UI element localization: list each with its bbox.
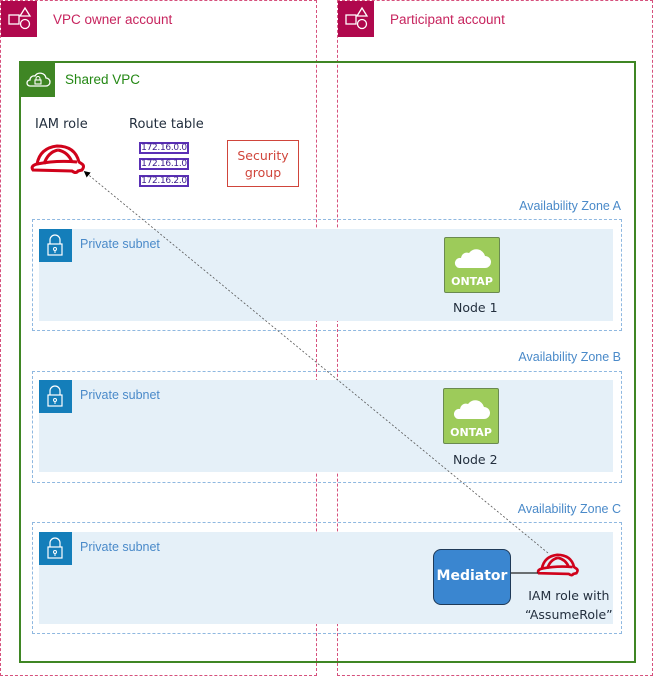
availability-zone-a-label: Availability Zone A bbox=[519, 199, 621, 213]
iam-role-assume-line: IAM role with bbox=[528, 588, 610, 603]
route-table-label: Route table bbox=[129, 117, 204, 132]
route-entry: 172.16.1.0 bbox=[139, 158, 189, 170]
ontap-node-2-icon: ONTAP bbox=[443, 388, 499, 444]
participant-account-label: Participant account bbox=[390, 12, 505, 27]
route-entry: 172.16.2.0 bbox=[139, 175, 189, 187]
iam-role-assume-helmet-icon bbox=[535, 548, 581, 585]
private-subnet-label: Private subnet bbox=[80, 540, 160, 554]
iam-role-helmet-icon bbox=[28, 140, 88, 181]
security-group-line: group bbox=[244, 165, 282, 180]
private-subnet-b: Private subnet bbox=[39, 380, 613, 472]
route-entry: 172.16.0.0 bbox=[139, 142, 189, 154]
node-2-label: Node 2 bbox=[453, 452, 498, 467]
private-subnet-label: Private subnet bbox=[80, 388, 160, 402]
availability-zone-c-label: Availability Zone C bbox=[517, 502, 621, 516]
account-shapes-icon bbox=[338, 1, 374, 37]
mediator-box: Mediator bbox=[433, 549, 511, 605]
private-subnet-a: Private subnet bbox=[39, 229, 613, 321]
security-group-line: Security bbox=[237, 148, 289, 163]
availability-zone-b-label: Availability Zone B bbox=[518, 350, 621, 364]
ontap-node-1-icon: ONTAP bbox=[444, 237, 500, 293]
iam-role-assume-line: “AssumeRole” bbox=[525, 607, 613, 622]
security-group: Security group bbox=[227, 140, 299, 187]
lock-icon bbox=[39, 229, 72, 262]
account-shapes-icon bbox=[1, 1, 37, 37]
ontap-badge: ONTAP bbox=[450, 426, 492, 439]
shared-vpc-label: Shared VPC bbox=[65, 72, 141, 87]
lock-icon bbox=[39, 532, 72, 565]
node-1-label: Node 1 bbox=[453, 300, 498, 315]
cloud-lock-icon bbox=[21, 63, 55, 97]
iam-role-label: IAM role bbox=[35, 117, 88, 132]
ontap-badge: ONTAP bbox=[451, 275, 493, 288]
vpc-owner-account-label: VPC owner account bbox=[53, 12, 173, 27]
iam-role-assume-label: IAM role with “AssumeRole” bbox=[525, 586, 613, 624]
private-subnet-label: Private subnet bbox=[80, 237, 160, 251]
lock-icon bbox=[39, 380, 72, 413]
